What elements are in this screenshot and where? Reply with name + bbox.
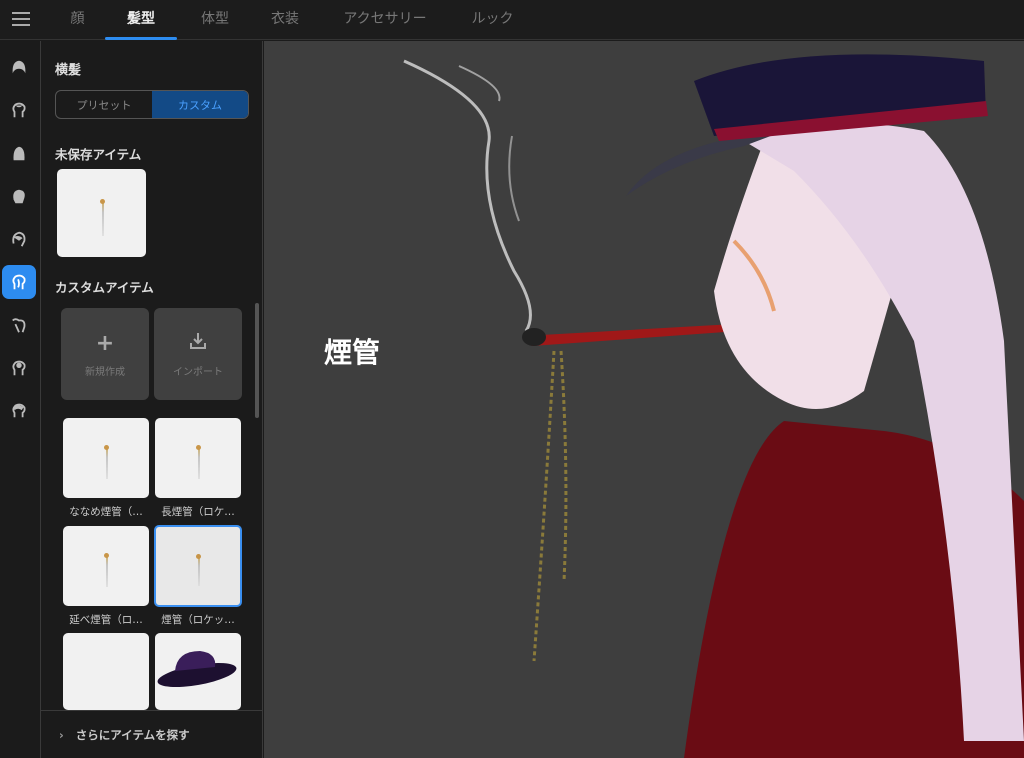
hair-category-rail <box>0 41 41 758</box>
item-caption: 延べ煙管（ロ… <box>61 612 151 627</box>
tab-hairstyle[interactable]: 髪型 <box>105 0 177 40</box>
unsaved-item-thumbnail[interactable] <box>57 169 146 257</box>
item-caption: ななめ煙管（… <box>61 504 151 519</box>
find-more-items-link[interactable]: ›さらにアイテムを探す <box>41 710 263 758</box>
chevron-right-icon: › <box>59 728 64 742</box>
hair-bun-icon[interactable] <box>2 351 36 385</box>
item-thumbnail[interactable] <box>63 526 149 606</box>
scrollbar[interactable] <box>255 303 259 418</box>
character-render <box>264 41 1024 758</box>
item-caption: 長煙管（ロケ… <box>153 504 243 519</box>
custom-segment[interactable]: カスタム <box>152 91 248 118</box>
download-icon <box>189 331 207 357</box>
item-thumbnail[interactable] <box>63 633 149 710</box>
new-item-button[interactable]: +新規作成 <box>61 308 149 400</box>
item-panel: 横髪 プリセット カスタム 未保存アイテム カスタムアイテム +新規作成 インポ… <box>41 41 263 758</box>
plus-icon: + <box>96 331 114 357</box>
top-nav: 顔 髪型 体型 衣装 アクセサリー ルック <box>0 0 1024 40</box>
item-name-label: 煙管 <box>324 331 380 371</box>
import-button[interactable]: インポート <box>154 308 242 400</box>
hair-tail-icon[interactable] <box>2 308 36 342</box>
hair-bangs-icon[interactable] <box>2 222 36 256</box>
tab-accessory[interactable]: アクセサリー <box>330 0 440 40</box>
item-thumbnail-hat[interactable] <box>155 633 241 710</box>
item-caption: 煙管（ロケッ… <box>153 612 243 627</box>
hair-front-icon[interactable] <box>2 93 36 127</box>
tab-face[interactable]: 顔 <box>55 0 100 40</box>
hair-back-icon[interactable] <box>2 136 36 170</box>
hair-whole-icon[interactable] <box>2 50 36 84</box>
item-thumbnail[interactable] <box>63 418 149 498</box>
preset-custom-toggle: プリセット カスタム <box>55 90 249 119</box>
unsaved-items-heading: 未保存アイテム <box>55 144 141 163</box>
menu-icon[interactable] <box>12 12 30 26</box>
tab-outfit[interactable]: 衣装 <box>255 0 315 40</box>
hair-top-icon[interactable] <box>2 179 36 213</box>
3d-viewport[interactable]: 煙管 <box>264 41 1024 758</box>
panel-title: 横髪 <box>55 59 81 78</box>
custom-items-heading: カスタムアイテム <box>55 277 154 296</box>
item-thumbnail-selected[interactable] <box>154 525 242 607</box>
tab-body[interactable]: 体型 <box>185 0 245 40</box>
hair-ahoge-icon[interactable] <box>2 394 36 428</box>
tab-look[interactable]: ルック <box>455 0 530 40</box>
preset-segment[interactable]: プリセット <box>56 91 152 118</box>
hair-side-icon[interactable] <box>2 265 36 299</box>
item-thumbnail[interactable] <box>155 418 241 498</box>
